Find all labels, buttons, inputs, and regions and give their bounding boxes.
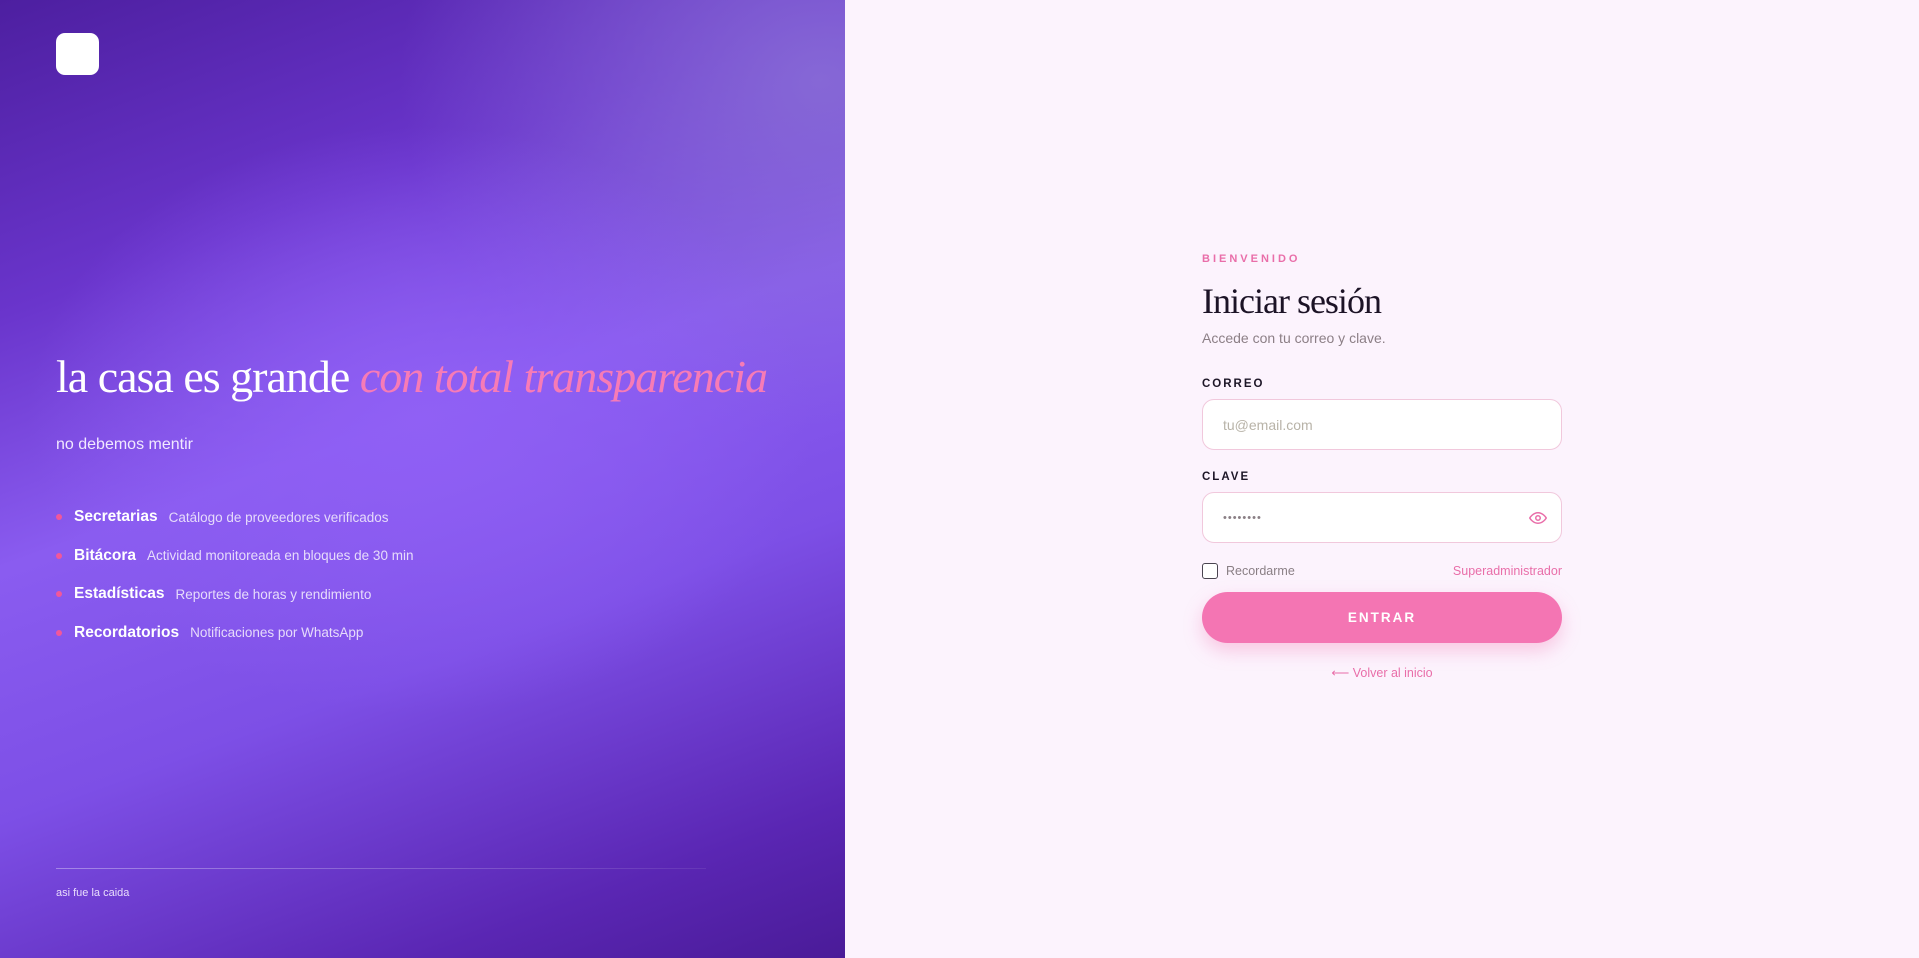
feature-description: Reportes de horas y rendimiento: [175, 586, 372, 602]
hero-title: la casa es grande con total transparenci…: [56, 350, 768, 403]
bullet-icon: [56, 514, 62, 521]
feature-list: Secretarias Catálogo de proveedores veri…: [56, 498, 413, 652]
feature-name: Bitácora: [74, 546, 137, 564]
feature-name: Estadísticas: [74, 585, 165, 603]
password-field[interactable]: [1203, 493, 1561, 542]
hero-divider: [56, 868, 706, 869]
remember-checkbox[interactable]: [1202, 563, 1218, 579]
remember-label: Recordarme: [1226, 564, 1295, 578]
feature-name: Recordatorios: [74, 623, 180, 641]
login-button[interactable]: ENTRAR: [1202, 592, 1562, 643]
app-logo: [56, 33, 99, 75]
feature-description: Catálogo de proveedores verificados: [168, 509, 389, 525]
password-label: CLAVE: [1202, 471, 1251, 483]
feature-item: Bitácora Actividad monitoreada en bloque…: [56, 537, 413, 576]
feature-item: Recordatorios Notificaciones por WhatsAp…: [56, 614, 413, 653]
email-label: CORREO: [1202, 378, 1265, 390]
login-page: la casa es grande con total transparenci…: [0, 0, 1919, 958]
feature-item: Estadísticas Reportes de horas y rendimi…: [56, 575, 413, 614]
back-home-link[interactable]: ⟵ Volver al inicio: [1202, 665, 1562, 680]
feature-item: Secretarias Catálogo de proveedores veri…: [56, 498, 413, 537]
bullet-icon: [56, 629, 62, 636]
form-options-row: Recordarme Superadministrador: [1202, 563, 1562, 579]
hero-subtitle: no debemos mentir: [56, 436, 193, 453]
email-field[interactable]: [1203, 400, 1561, 449]
password-field-wrapper: [1202, 492, 1562, 543]
form-title: Iniciar sesión: [1202, 281, 1382, 321]
hero-title-accent: con total transparencia: [359, 351, 768, 402]
bullet-icon: [56, 591, 62, 598]
hero-title-main: la casa es grande: [56, 351, 360, 402]
welcome-eyebrow: BIENVENIDO: [1202, 253, 1301, 265]
superadmin-link[interactable]: Superadministrador: [1453, 564, 1562, 578]
feature-description: Actividad monitoreada en bloques de 30 m…: [147, 548, 414, 564]
eye-icon[interactable]: [1529, 509, 1547, 527]
remember-me[interactable]: Recordarme: [1202, 563, 1295, 579]
hero-footer: asi fue la caida: [56, 887, 130, 899]
bullet-icon: [56, 552, 62, 559]
login-form: BIENVENIDO Iniciar sesión Accede con tu …: [1202, 253, 1562, 680]
email-field-wrapper: [1202, 399, 1562, 450]
form-subtitle: Accede con tu correo y clave.: [1202, 330, 1386, 346]
feature-description: Notificaciones por WhatsApp: [190, 625, 364, 641]
feature-name: Secretarias: [74, 508, 158, 526]
hero-panel: la casa es grande con total transparenci…: [0, 0, 845, 958]
auth-panel: BIENVENIDO Iniciar sesión Accede con tu …: [845, 0, 1919, 958]
